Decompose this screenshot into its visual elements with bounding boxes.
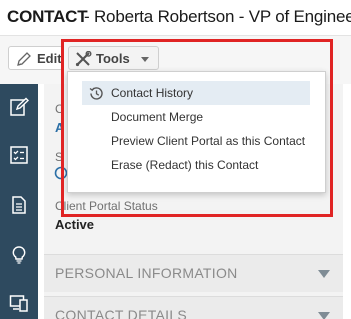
portal-status-value: Active: [55, 217, 95, 232]
menu-item-erase-contact[interactable]: Erase (Redact) this Contact: [82, 153, 310, 177]
record-title-bar: CONTACT - Roberta Robertson - VP of Engi…: [0, 0, 351, 36]
checklist-icon: [10, 146, 28, 164]
tools-dropdown-menu: Contact History Document Merge Preview C…: [67, 71, 326, 193]
devices-icon: [9, 295, 28, 312]
menu-item-contact-history[interactable]: Contact History: [82, 81, 310, 105]
field-value-link-partial[interactable]: A: [55, 120, 64, 135]
side-nav-document[interactable]: [0, 186, 38, 224]
record-type: CONTACT: [7, 7, 88, 26]
portal-status-label: Client Portal Status: [55, 199, 158, 213]
tools-button[interactable]: Tools: [68, 46, 159, 70]
section-label: CONTACT DETAILS: [55, 307, 188, 319]
wrench-screwdriver-icon: [75, 51, 92, 67]
status-circle-icon: [54, 166, 68, 180]
tools-button-label: Tools: [96, 51, 130, 66]
edit-icon: [10, 97, 29, 116]
side-navigation: [0, 84, 38, 319]
side-nav-edit[interactable]: [0, 88, 38, 126]
field-label-partial-2: S: [55, 150, 64, 164]
section-personal-information[interactable]: PERSONAL INFORMATION: [44, 254, 343, 292]
edit-button-label: Edit: [37, 51, 62, 66]
history-icon: [89, 87, 103, 100]
menu-item-label: Contact History: [111, 86, 194, 100]
document-icon: [12, 196, 26, 214]
side-nav-ideas[interactable]: [0, 236, 38, 274]
menu-item-label: Erase (Redact) this Contact: [111, 158, 259, 172]
chevron-down-icon: [141, 57, 149, 62]
side-nav-checklist[interactable]: [0, 136, 38, 174]
lightbulb-icon: [12, 246, 26, 264]
menu-item-document-merge[interactable]: Document Merge: [82, 105, 310, 129]
menu-item-label: Document Merge: [111, 110, 204, 124]
section-label: PERSONAL INFORMATION: [55, 265, 238, 281]
side-nav-devices[interactable]: [0, 284, 38, 319]
section-contact-details[interactable]: CONTACT DETAILS: [44, 296, 343, 319]
menu-item-preview-client-portal[interactable]: Preview Client Portal as this Contact: [82, 129, 310, 153]
chevron-down-icon: [318, 270, 330, 278]
record-title: - Roberta Robertson - VP of Engineering: [84, 7, 351, 26]
field-label-partial: C: [55, 102, 64, 116]
chevron-down-icon: [318, 312, 330, 319]
pencil-icon: [17, 52, 31, 66]
edit-button[interactable]: Edit: [8, 46, 63, 70]
menu-item-label: Preview Client Portal as this Contact: [111, 134, 306, 148]
